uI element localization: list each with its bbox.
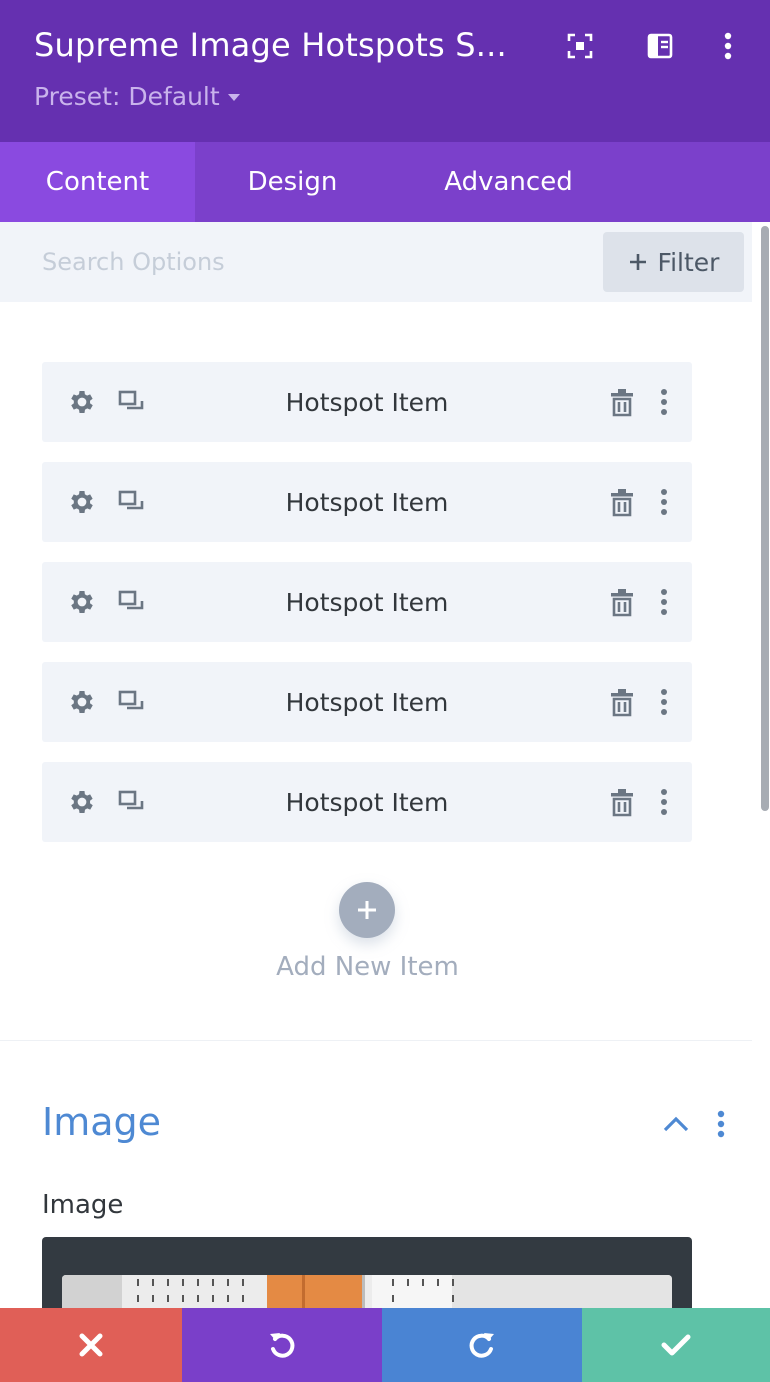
hotspot-item[interactable]: Hotspot Item (42, 362, 692, 442)
plus-icon (629, 254, 646, 270)
modal-header: Supreme Image Hotspots S... Preset: Defa… (0, 0, 770, 142)
duplicate-icon[interactable] (114, 484, 150, 520)
focus-mode-icon[interactable] (564, 30, 596, 62)
filter-label: Filter (657, 247, 720, 277)
more-vertical-icon[interactable] (646, 784, 682, 820)
discard-button[interactable] (0, 1308, 182, 1382)
tab-advanced[interactable]: Advanced (390, 142, 627, 222)
hotspot-item[interactable]: Hotspot Item (42, 562, 692, 642)
gear-icon[interactable] (64, 584, 100, 620)
duplicate-icon[interactable] (114, 584, 150, 620)
more-vertical-icon[interactable] (712, 30, 744, 62)
gear-icon[interactable] (64, 684, 100, 720)
tab-content[interactable]: Content (0, 142, 195, 222)
action-bar (0, 1308, 770, 1382)
gear-icon[interactable] (64, 384, 100, 420)
image-field-label: Image (42, 1190, 124, 1220)
hotspot-item[interactable]: Hotspot Item (42, 462, 692, 542)
more-vertical-icon[interactable] (646, 584, 682, 620)
redo-button[interactable] (382, 1308, 582, 1382)
save-button[interactable] (582, 1308, 770, 1382)
duplicate-icon[interactable] (114, 684, 150, 720)
add-item-button[interactable] (339, 882, 395, 938)
trash-icon[interactable] (604, 684, 640, 720)
gear-icon[interactable] (64, 784, 100, 820)
undo-icon (270, 1333, 295, 1358)
caret-down-icon (227, 94, 240, 101)
section-title-image[interactable]: Image (42, 1100, 161, 1144)
duplicate-icon[interactable] (114, 784, 150, 820)
redo-icon (469, 1333, 494, 1358)
undo-button[interactable] (182, 1308, 382, 1382)
hotspot-item[interactable]: Hotspot Item (42, 662, 692, 742)
tab-design[interactable]: Design (195, 142, 390, 222)
duplicate-icon[interactable] (114, 384, 150, 420)
modal-title: Supreme Image Hotspots S... (34, 26, 507, 64)
trash-icon[interactable] (604, 384, 640, 420)
hotspot-item[interactable]: Hotspot Item (42, 762, 692, 842)
add-new-item-label[interactable]: Add New Item (0, 952, 735, 982)
more-vertical-icon[interactable] (646, 484, 682, 520)
trash-icon[interactable] (604, 484, 640, 520)
trash-icon[interactable] (604, 784, 640, 820)
tab-bar: Content Design Advanced (0, 142, 770, 222)
more-vertical-icon[interactable] (646, 384, 682, 420)
check-icon (661, 1334, 691, 1356)
chevron-up-icon[interactable] (660, 1108, 692, 1140)
search-input[interactable] (30, 236, 570, 288)
scrollbar[interactable] (761, 226, 769, 811)
divider (0, 1040, 752, 1041)
close-icon (79, 1333, 103, 1357)
more-vertical-icon[interactable] (646, 684, 682, 720)
filter-button[interactable]: Filter (603, 232, 744, 292)
trash-icon[interactable] (604, 584, 640, 620)
plus-icon (358, 901, 376, 919)
preset-label: Preset: Default (34, 82, 220, 111)
sidebar-layout-icon[interactable] (644, 30, 676, 62)
preset-selector[interactable]: Preset: Default (34, 82, 240, 111)
gear-icon[interactable] (64, 484, 100, 520)
more-vertical-icon[interactable] (706, 1108, 736, 1140)
